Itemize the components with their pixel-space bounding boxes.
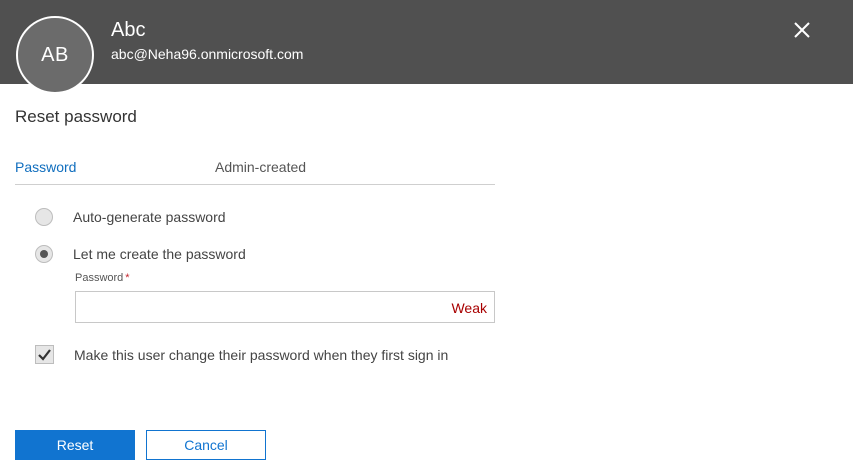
password-field-label: Password * [75, 272, 130, 284]
auto-generate-option[interactable]: Auto-generate password [35, 208, 226, 226]
change-on-signin-checkbox[interactable] [35, 345, 54, 364]
reset-button[interactable]: Reset [15, 430, 135, 460]
avatar: AB [16, 16, 94, 94]
user-name: Abc [111, 19, 146, 41]
close-button[interactable] [791, 19, 813, 41]
reset-password-panel: Abc abc@Neha96.onmicrosoft.com AB Reset … [0, 0, 853, 475]
close-icon [794, 22, 810, 38]
required-mark: * [125, 272, 130, 284]
change-on-signin-label: Make this user change their password whe… [74, 346, 449, 363]
password-strength: Weak [451, 300, 487, 316]
password-label-text: Password [75, 272, 124, 284]
create-password-label: Let me create the password [73, 246, 246, 262]
change-on-signin-option[interactable]: Make this user change their password whe… [35, 345, 448, 364]
tab-bar: Password Admin-created [15, 158, 495, 185]
password-field[interactable]: Weak [75, 291, 495, 323]
create-password-radio[interactable] [35, 245, 53, 263]
user-header: Abc abc@Neha96.onmicrosoft.com [0, 0, 853, 84]
create-password-option[interactable]: Let me create the password [35, 245, 246, 263]
user-email: abc@Neha96.onmicrosoft.com [111, 46, 304, 62]
page-title: Reset password [15, 107, 137, 126]
tab-admin-created[interactable]: Admin-created [215, 159, 306, 175]
tab-password[interactable]: Password [15, 159, 76, 175]
cancel-button[interactable]: Cancel [146, 430, 266, 460]
auto-generate-radio[interactable] [35, 208, 53, 226]
auto-generate-label: Auto-generate password [73, 209, 226, 225]
password-input[interactable] [82, 293, 446, 323]
checkmark-icon [38, 349, 51, 361]
